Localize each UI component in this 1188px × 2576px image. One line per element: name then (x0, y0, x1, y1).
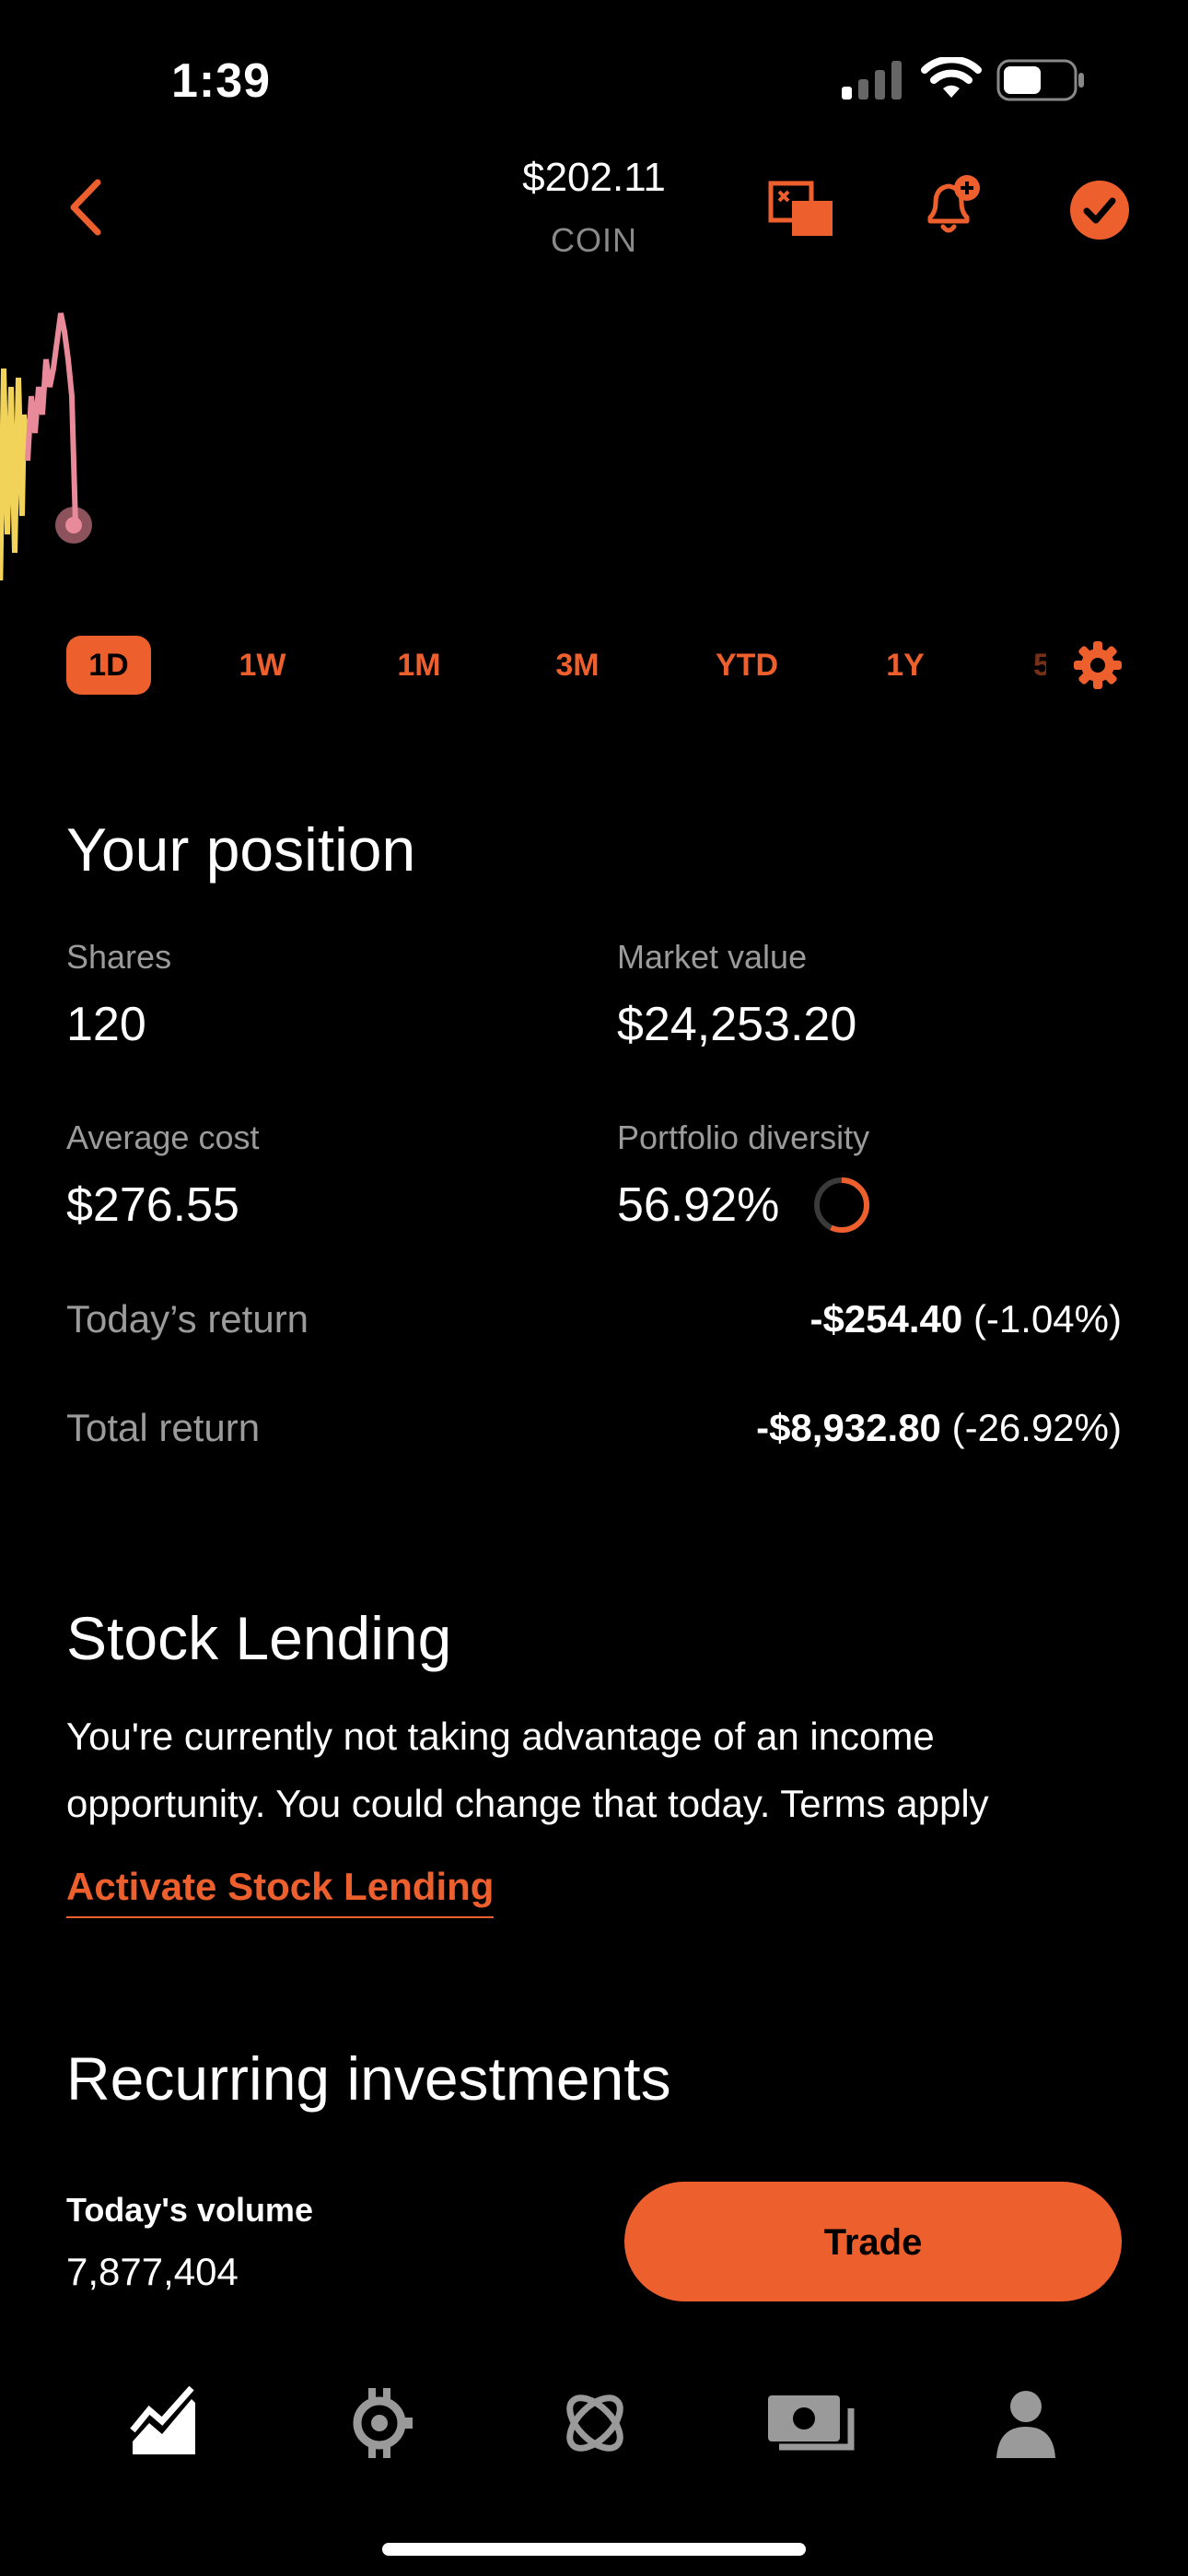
wifi-icon (921, 57, 982, 98)
activate-stock-lending-link[interactable]: Activate Stock Lending (66, 1865, 495, 1918)
recurring-investments-title: Recurring investments (66, 2044, 671, 2113)
range-1d[interactable]: 1D (66, 636, 151, 695)
diversity-ring-icon (814, 1177, 869, 1233)
orbit-icon[interactable] (558, 2386, 632, 2460)
status-time: 1:39 (171, 54, 272, 108)
cash-icon[interactable] (766, 2386, 855, 2460)
range-5y-partial[interactable]: 5 (1033, 636, 1046, 695)
volume-label: Today's volume (66, 2191, 313, 2229)
gear-icon[interactable] (1074, 641, 1122, 689)
diversity-label: Portfolio diversity (617, 1118, 870, 1156)
total-return-label: Total return (66, 1406, 261, 1449)
header-price: $202.11 (522, 155, 666, 200)
stock-lending-text: You're currently not taking advantage of… (66, 1715, 989, 1825)
watchlist-check-icon[interactable] (1070, 181, 1129, 240)
position-title: Your position (66, 815, 416, 884)
signal-icon (842, 61, 902, 100)
profile-icon[interactable] (989, 2386, 1063, 2460)
range-1y[interactable]: 1Y (864, 636, 947, 695)
market-value: $24,253.20 (617, 998, 857, 1051)
todays-return-label: Today’s return (66, 1297, 309, 1341)
range-ytd[interactable]: YTD (696, 636, 798, 695)
compare-icon[interactable] (768, 181, 834, 238)
todays-return-value: -$254.40 (-1.04%) (809, 1297, 1122, 1341)
chart-line-pink (25, 312, 79, 528)
range-1m[interactable]: 1M (378, 636, 460, 695)
diversity-value: 56.92% (617, 1178, 780, 1232)
total-return-value: -$8,932.80 (-26.92%) (756, 1406, 1122, 1449)
add-alert-bell-icon[interactable] (921, 173, 984, 240)
avg-cost-value: $276.55 (66, 1178, 239, 1232)
price-chart (0, 312, 92, 580)
header-ticker: COIN (551, 221, 637, 259)
trade-button[interactable]: Trade (624, 2182, 1122, 2301)
range-3m[interactable]: 3M (536, 636, 619, 695)
home-indicator (382, 2543, 806, 2556)
battery-icon (996, 59, 1084, 101)
volume-value: 7,877,404 (66, 2250, 239, 2293)
market-value-label: Market value (617, 938, 808, 976)
crypto-icon[interactable] (343, 2386, 416, 2460)
shares-label: Shares (66, 938, 172, 976)
shares-value: 120 (66, 998, 146, 1051)
chart-icon[interactable] (127, 2386, 201, 2460)
chart-line-yellow (0, 368, 30, 580)
stock-lending-title: Stock Lending (66, 1604, 452, 1672)
range-1w[interactable]: 1W (221, 636, 304, 695)
avg-cost-label: Average cost (66, 1118, 260, 1156)
